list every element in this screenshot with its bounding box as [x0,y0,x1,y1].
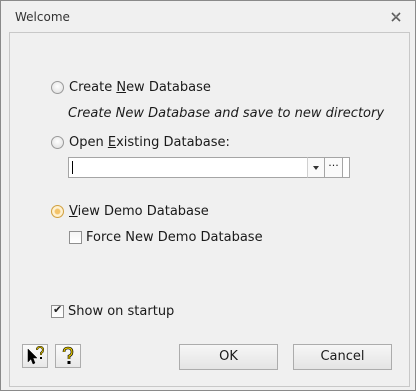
dialog-content: Create New Database Create New Database … [9,32,410,387]
ok-button[interactable]: OK [179,344,278,370]
view-demo-database-label[interactable]: View Demo Database [69,204,209,219]
welcome-dialog: Welcome Create New Database Create New D… [0,0,416,391]
text-caret [72,161,73,174]
path-dropdown-button[interactable] [307,157,325,178]
force-new-demo-label[interactable]: Force New Demo Database [86,230,263,245]
create-new-database-radio[interactable] [51,81,64,94]
view-demo-database-radio[interactable] [51,205,64,218]
browse-button[interactable]: ··· [324,157,343,178]
open-existing-database-radio[interactable] [51,136,64,149]
open-existing-database-label[interactable]: Open Existing Database: [69,135,230,150]
show-on-startup-label[interactable]: Show on startup [68,304,174,319]
title-bar: Welcome [1,1,415,32]
cancel-button[interactable]: Cancel [293,344,392,370]
force-new-demo-checkbox[interactable] [69,231,82,244]
create-new-database-label[interactable]: Create New Database [69,80,211,95]
create-new-database-description: Create New Database and save to new dire… [68,106,385,121]
show-on-startup-checkbox[interactable] [51,303,64,318]
context-help-button[interactable] [22,344,48,368]
help-button[interactable] [55,344,81,368]
close-icon[interactable] [388,9,404,25]
window-title: Welcome [15,10,70,24]
